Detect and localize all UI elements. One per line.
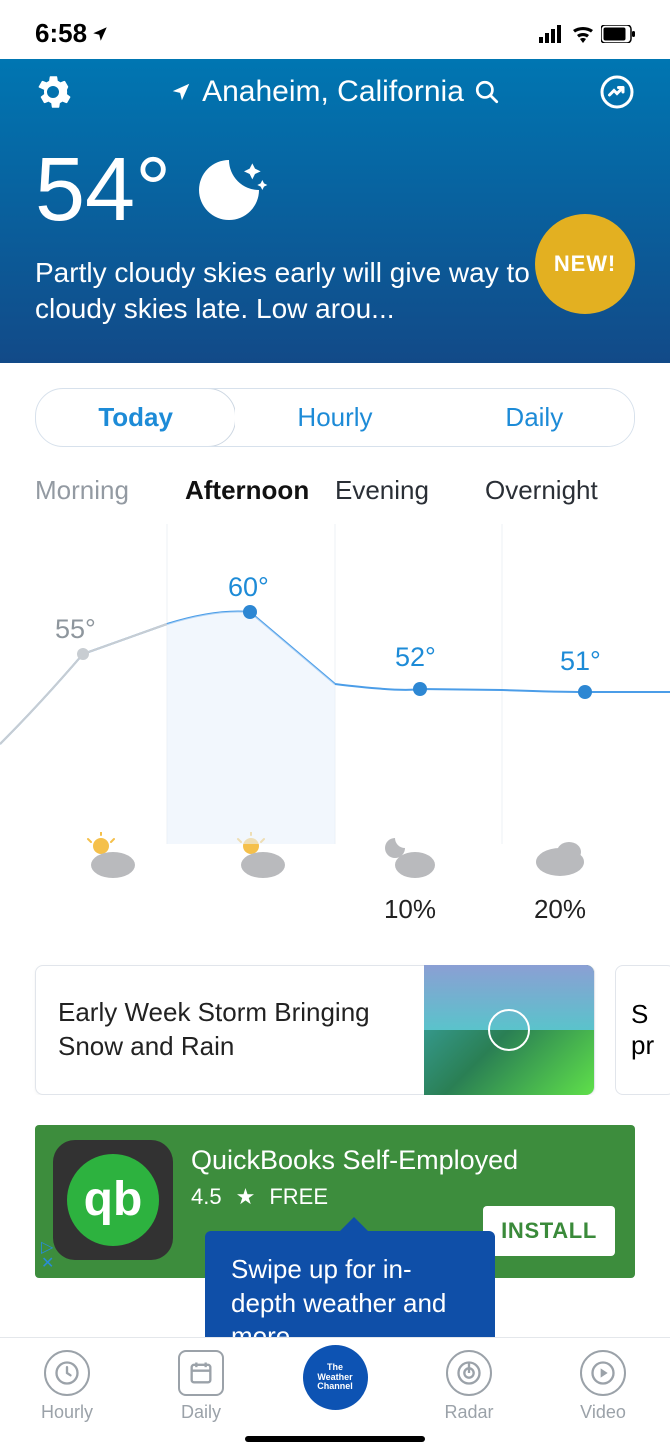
chart-temp-evening: 52° [395, 642, 436, 673]
precip-evening: 10% [335, 894, 485, 925]
news-carousel[interactable]: Early Week Storm Bringing Snow and Rain … [0, 925, 670, 1095]
play-icon [488, 1009, 530, 1051]
location-services-icon [91, 25, 109, 43]
status-icons [539, 25, 635, 43]
location-selector[interactable]: Anaheim, California [170, 75, 500, 109]
ad-price: FREE [269, 1184, 328, 1210]
daypart-evening[interactable]: Evening [335, 467, 485, 514]
search-icon[interactable] [474, 79, 500, 105]
segment-daily[interactable]: Daily [435, 389, 634, 446]
precip-overnight: 20% [485, 894, 635, 925]
play-circle-icon [589, 1359, 617, 1387]
trend-icon[interactable] [599, 74, 635, 110]
ad-banner[interactable]: qb QuickBooks Self-Employed 4.5 ★ FREE I… [35, 1125, 635, 1278]
radar-icon [455, 1359, 483, 1387]
ad-title: QuickBooks Self-Employed [191, 1145, 617, 1176]
news-thumbnail [424, 965, 594, 1095]
nav-hourly[interactable]: Hourly [0, 1350, 134, 1423]
home-indicator[interactable] [245, 1436, 425, 1442]
news-card[interactable]: Early Week Storm Bringing Snow and Rain [35, 965, 595, 1095]
location-text: Anaheim, California [202, 75, 464, 109]
ad-rating: 4.5 [191, 1184, 222, 1210]
segment-today[interactable]: Today [35, 388, 236, 447]
status-bar: 6:58 [0, 0, 670, 59]
nav-radar[interactable]: Radar [402, 1350, 536, 1423]
status-time: 6:58 [35, 18, 87, 49]
view-segment: Today Hourly Daily [35, 388, 635, 447]
current-temperature: 54° [35, 145, 171, 235]
segment-hourly[interactable]: Hourly [235, 389, 434, 446]
battery-icon [601, 25, 635, 43]
nav-daily[interactable]: Daily [134, 1350, 268, 1423]
news-card-partial[interactable]: S pr [615, 965, 670, 1095]
location-arrow-icon [170, 81, 192, 103]
header: Anaheim, California 54° NEW! Partly clou… [0, 59, 670, 363]
ad-app-icon: qb [53, 1140, 173, 1260]
daypart-afternoon[interactable]: Afternoon [185, 467, 335, 514]
bottom-nav: Hourly Daily The Weather Channel Radar V… [0, 1337, 670, 1451]
weather-channel-logo: The Weather Channel [303, 1345, 368, 1410]
daypart-morning[interactable]: Morning [35, 467, 185, 514]
daypart-overnight[interactable]: Overnight [485, 467, 635, 514]
chart-temp-morning: 55° [55, 614, 96, 645]
nav-home[interactable]: The Weather Channel [268, 1350, 402, 1423]
chart-temp-afternoon: 60° [228, 572, 269, 603]
cellular-icon [539, 25, 565, 43]
new-badge[interactable]: NEW! [535, 214, 635, 314]
news-headline: Early Week Storm Bringing Snow and Rain [36, 996, 424, 1064]
settings-gear-icon[interactable] [35, 74, 71, 110]
clock-icon [53, 1359, 81, 1387]
calendar-icon [187, 1359, 215, 1387]
nav-video[interactable]: Video [536, 1350, 670, 1423]
install-button[interactable]: INSTALL [483, 1206, 615, 1256]
star-icon: ★ [236, 1184, 256, 1210]
adchoices-icon[interactable]: ▷✕ [41, 1240, 54, 1272]
moon-icon [189, 150, 269, 230]
temperature-chart: 55° 60° 52° 51° [0, 524, 670, 844]
chart-temp-overnight: 51° [560, 646, 601, 677]
weather-description: Partly cloudy skies early will give way … [35, 255, 575, 328]
daypart-tabs: Morning Afternoon Evening Overnight [0, 467, 670, 514]
wifi-icon [571, 25, 595, 43]
